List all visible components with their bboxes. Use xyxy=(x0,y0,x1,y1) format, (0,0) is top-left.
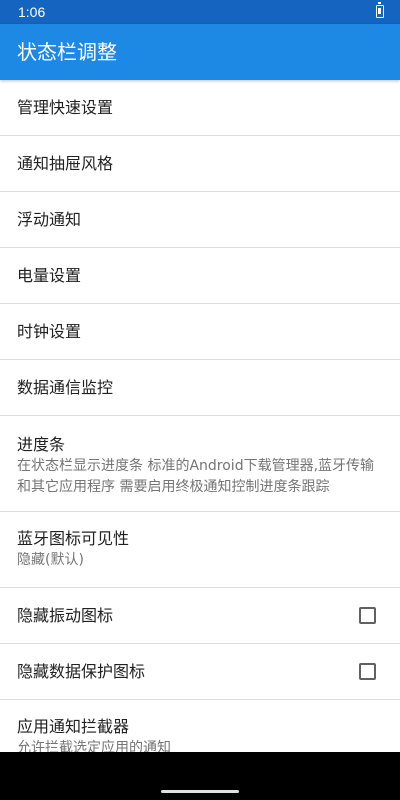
setting-summary: 允许拦截选定应用的通知 xyxy=(17,740,171,752)
page-title: 状态栏调整 xyxy=(17,40,117,64)
app-bar: 状态栏调整 xyxy=(0,24,400,80)
setting-floating-notification[interactable]: 浮动通知 xyxy=(0,192,400,248)
status-time: 1:06 xyxy=(18,4,46,20)
setting-title: 管理快速设置 xyxy=(17,98,114,117)
setting-summary: 隐藏(默认) xyxy=(17,552,84,568)
screen: 1:06 状态栏调整 管理快速设置 通知抽屉风格 浮动通知 电量设置 时钟设置 … xyxy=(0,0,400,800)
setting-title: 电量设置 xyxy=(17,266,82,285)
setting-notification-drawer-style[interactable]: 通知抽屉风格 xyxy=(0,136,400,192)
setting-title: 隐藏振动图标 xyxy=(17,606,114,625)
setting-bluetooth-icon-visibility[interactable]: 蓝牙图标可见性 隐藏(默认) xyxy=(0,512,400,588)
setting-title: 浮动通知 xyxy=(17,210,82,229)
setting-data-traffic-monitor[interactable]: 数据通信监控 xyxy=(0,360,400,416)
setting-title: 隐藏数据保护图标 xyxy=(17,662,146,681)
home-gesture-handle[interactable] xyxy=(161,790,239,793)
setting-hide-data-saver-icon[interactable]: 隐藏数据保护图标 xyxy=(0,644,400,700)
setting-title: 进度条 xyxy=(17,435,66,454)
setting-progress-bar[interactable]: 进度条 在状态栏显示进度条 标准的Android下载管理器,蓝牙传输和其它应用程… xyxy=(0,416,400,512)
setting-hide-vibrate-icon[interactable]: 隐藏振动图标 xyxy=(0,588,400,644)
setting-manage-quick-settings[interactable]: 管理快速设置 xyxy=(0,80,400,136)
setting-title: 通知抽屉风格 xyxy=(17,154,114,173)
setting-title: 应用通知拦截器 xyxy=(17,717,130,736)
setting-title: 时钟设置 xyxy=(17,322,82,341)
setting-clock[interactable]: 时钟设置 xyxy=(0,304,400,360)
settings-list: 管理快速设置 通知抽屉风格 浮动通知 电量设置 时钟设置 数据通信监控 进度条 … xyxy=(0,80,400,752)
setting-title: 蓝牙图标可见性 xyxy=(17,529,130,548)
setting-title: 数据通信监控 xyxy=(17,378,114,397)
battery-charging-icon xyxy=(376,2,384,18)
setting-summary: 在状态栏显示进度条 标准的Android下载管理器,蓝牙传输和其它应用程序 需要… xyxy=(17,458,375,495)
setting-battery[interactable]: 电量设置 xyxy=(0,248,400,304)
status-bar: 1:06 xyxy=(0,0,400,24)
hide-data-saver-icon-checkbox[interactable] xyxy=(359,663,376,680)
navigation-bar xyxy=(0,752,400,800)
setting-app-notification-blocker[interactable]: 应用通知拦截器 允许拦截选定应用的通知 xyxy=(0,700,400,752)
hide-vibrate-icon-checkbox[interactable] xyxy=(359,607,376,624)
